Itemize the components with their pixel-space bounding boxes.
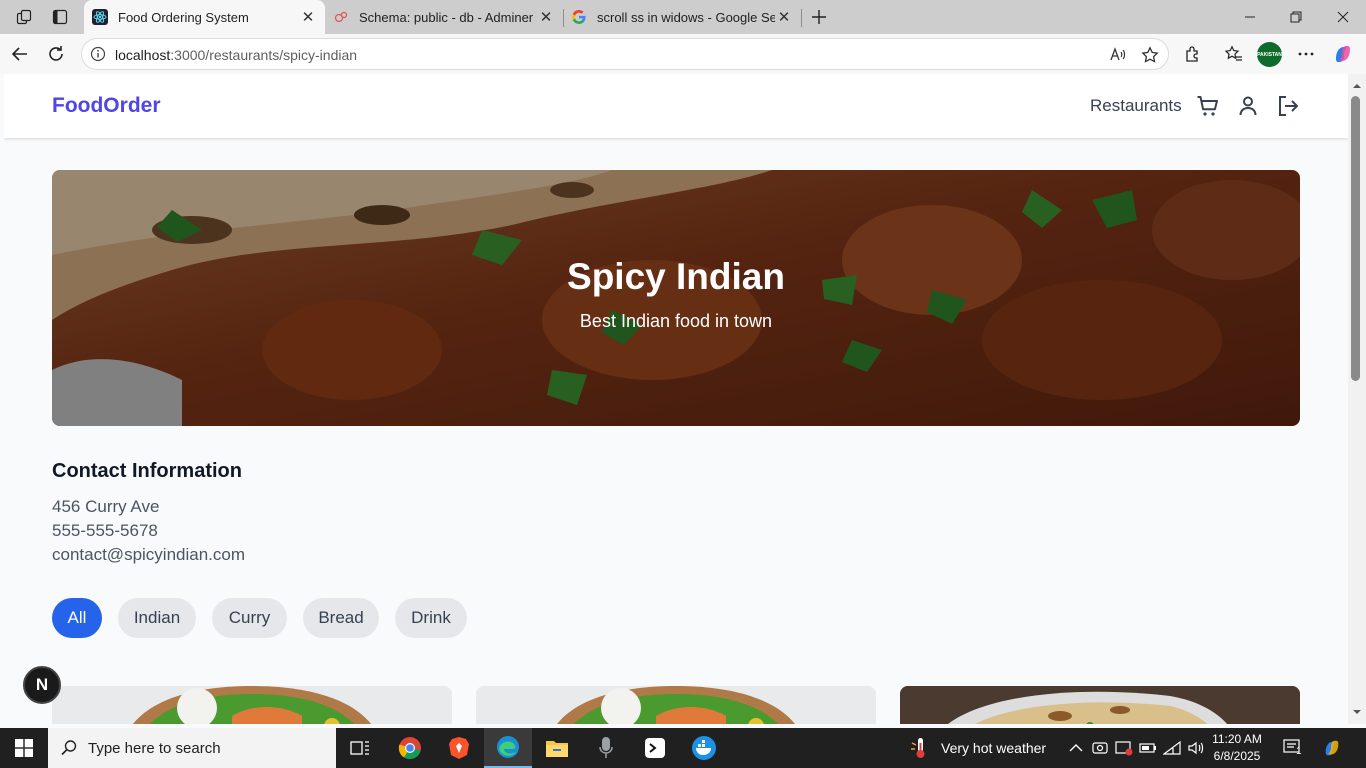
clock-date: 6/8/2025 [1213,749,1261,763]
menu-item-card[interactable] [52,686,452,724]
taskbar-search-box[interactable]: Type here to search [48,728,336,768]
close-tab-icon[interactable]: ✕ [537,8,555,26]
wifi-icon[interactable] [1162,738,1182,758]
brand-logo[interactable]: FoodOrder [52,94,161,118]
filter-chip-drink[interactable]: Drink [395,598,467,638]
show-hidden-icons-icon[interactable] [1066,738,1086,758]
logout-icon[interactable] [1274,92,1302,120]
profile-avatar[interactable]: PAKISTAN [1257,42,1282,67]
contact-phone: 555-555-5678 [52,521,158,540]
address-bar[interactable]: localhost:3000/restaurants/spicy-indian [81,38,1169,70]
tab-title: Schema: public - db - Adminer [359,9,534,25]
adminer-icon [333,9,349,25]
filter-chip-indian[interactable]: Indian [118,598,196,638]
terminal-app-icon[interactable] [631,728,679,768]
tab-adminer[interactable]: Schema: public - db - Adminer ✕ [325,0,563,34]
refresh-icon[interactable] [44,42,68,66]
close-window-icon[interactable] [1320,0,1366,34]
user-icon[interactable] [1234,92,1262,120]
more-menu-icon[interactable] [1294,42,1318,66]
close-tab-icon[interactable]: ✕ [299,8,317,26]
site-header: FoodOrder Restaurants [4,74,1348,138]
close-tab-icon[interactable]: ✕ [775,8,793,26]
naan-bread-image [900,686,1300,724]
contact-heading: Contact Information [52,460,242,482]
meet-now-icon[interactable] [1090,738,1110,758]
search-placeholder: Type here to search [88,739,221,757]
notification-count: 1 [1296,746,1302,757]
favorite-star-icon[interactable] [1141,46,1159,69]
file-explorer-icon[interactable] [533,728,581,768]
scroll-up-icon[interactable] [1348,80,1366,92]
curry-photo [52,170,1300,426]
new-tab-icon[interactable] [808,6,830,28]
tab-actions-icon[interactable] [49,6,71,28]
salad-bowl-image [133,686,371,724]
favorites-icon[interactable] [1222,42,1246,66]
read-aloud-icon[interactable] [1109,46,1127,69]
browser-tab-bar: Food Ordering System ✕ Schema: public - … [0,0,1366,34]
menu-item-card[interactable] [476,686,876,724]
filter-chip-curry[interactable]: Curry [212,598,287,638]
nextjs-dev-indicator[interactable]: N [23,666,61,704]
contact-email: contact@spicyindian.com [52,545,246,564]
url-path: :3000/restaurants/spicy-indian [170,47,358,63]
tab-title: Food Ordering System [118,9,249,25]
battery-icon[interactable] [1138,738,1158,758]
clock-time: 11:20 AM [1212,732,1262,746]
nav-restaurants-link[interactable]: Restaurants [1090,96,1182,116]
filter-chip-all[interactable]: All [52,598,102,638]
task-view-icon[interactable] [336,728,384,768]
google-icon [571,9,587,25]
tab-google-search[interactable]: scroll ss in widows - Google Searc ✕ [563,0,801,34]
notifications-icon[interactable]: 1 [1283,738,1303,758]
system-clock[interactable]: 11:20 AM 6/8/2025 [1206,731,1268,765]
cart-icon[interactable] [1194,92,1222,120]
copilot-icon[interactable] [1331,42,1355,66]
docker-icon[interactable] [680,728,728,768]
tab-separator [801,9,802,27]
extensions-icon[interactable] [1181,42,1205,66]
back-icon[interactable] [8,42,32,66]
copilot-taskbar-icon[interactable] [1322,738,1342,758]
url-text: localhost:3000/restaurants/spicy-indian [115,47,357,63]
tab-title: scroll ss in widows - Google Searc [597,9,775,25]
edge-icon[interactable] [484,728,532,768]
contact-address: 456 Curry Ave [52,497,160,516]
windows-start-icon[interactable] [0,728,48,768]
weather-thermometer-icon[interactable] [910,738,930,758]
page-viewport: FoodOrder Restaurants Spicy Indian Best … [4,74,1348,724]
salad-bowl-image [557,686,795,724]
weather-text[interactable]: Very hot weather [941,740,1046,756]
react-icon [92,9,108,25]
volume-icon[interactable] [1186,738,1206,758]
brave-icon[interactable] [435,728,483,768]
filter-chip-bread[interactable]: Bread [303,598,379,638]
restore-icon[interactable] [1273,0,1319,34]
search-icon [61,740,77,756]
chrome-icon[interactable] [386,728,434,768]
scroll-down-icon[interactable] [1348,706,1366,718]
workspaces-icon[interactable] [13,6,35,28]
microphone-app-icon[interactable] [582,728,630,768]
site-info-icon[interactable] [90,46,106,67]
browser-toolbar: localhost:3000/restaurants/spicy-indian [0,34,1366,74]
scroll-thumb[interactable] [1351,96,1360,381]
restaurant-title: Spicy Indian [567,256,785,297]
minimize-icon[interactable] [1227,0,1273,34]
windows-taskbar: Type here to search Very hot weather 11:… [0,728,1366,768]
restaurant-tagline: Best Indian food in town [579,311,773,331]
restaurant-hero-banner: Spicy Indian Best Indian food in town [52,170,1300,426]
menu-item-card[interactable] [900,686,1300,724]
tab-food-ordering[interactable]: Food Ordering System ✕ [84,0,325,34]
security-alert-icon[interactable] [1114,738,1134,758]
url-host: localhost [115,47,171,63]
